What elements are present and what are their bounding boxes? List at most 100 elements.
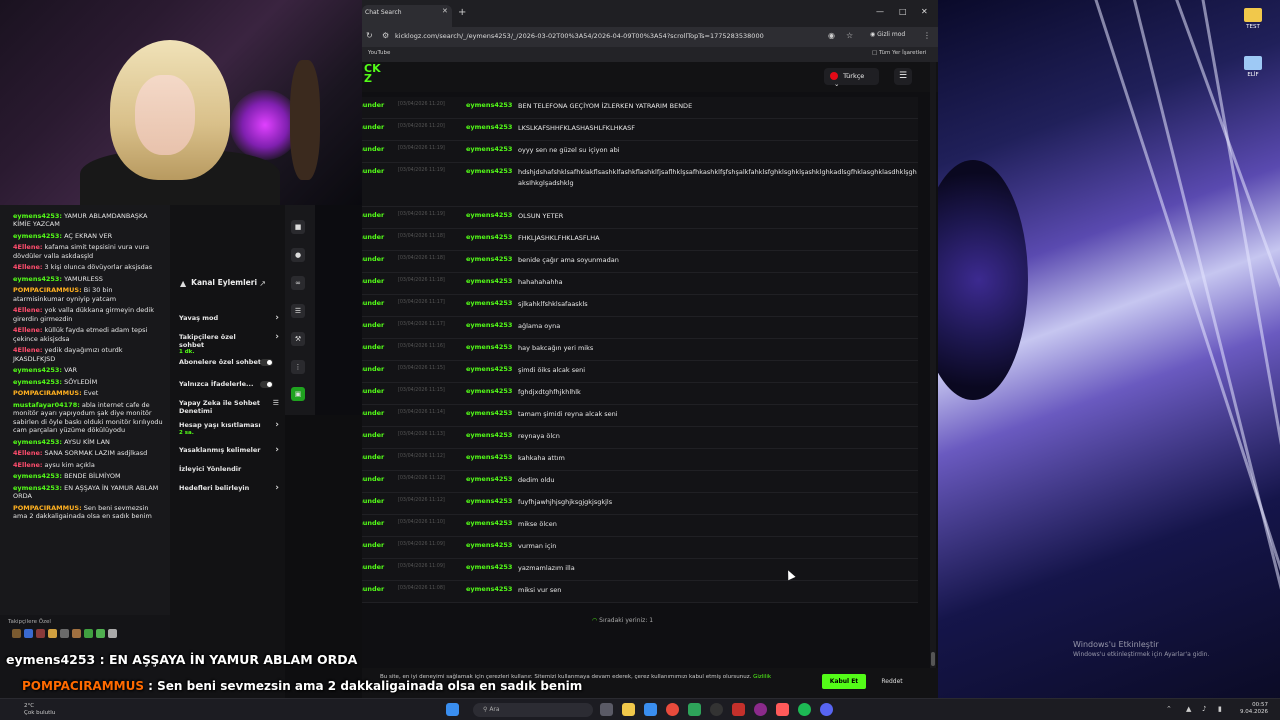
desktop-icon-elif[interactable]: ELİF [1240,56,1266,78]
kicklogz-logo[interactable]: CK Z [364,63,381,84]
tray-chevron-icon[interactable]: ⌃ [1166,705,1172,713]
result-row[interactable]: imthunder[03/04/2026 11:18] eymens4253hah… [362,273,918,295]
channel-action-item[interactable]: Hesap yaşı kısıtlaması 2 sa. › [179,421,279,437]
username[interactable]: eymens4253 [466,497,518,505]
emote-icon[interactable] [48,629,57,638]
privacy-link[interactable]: Gizlilik [753,674,771,680]
language-selector[interactable]: Türkçe ⌄ [824,68,879,88]
result-row[interactable]: imthunder[03/04/2026 11:09] eymens4253vur… [362,537,918,559]
chat-username[interactable]: eymens4253: [13,484,62,492]
username[interactable]: eymens4253 [466,519,518,527]
result-row[interactable]: imthunder[03/04/2026 11:19] eymens4253OLS… [362,207,918,229]
username[interactable]: eymens4253 [466,145,518,153]
tab-chat-search[interactable]: Chat Search [362,5,452,27]
emote-bar[interactable] [0,629,170,638]
toggle-switch[interactable] [260,359,273,366]
channel-action-item[interactable]: Yalnızca İfadelerle... [179,380,279,389]
chat-bubble-icon[interactable]: ● [291,248,305,262]
channel-name[interactable]: imthunder [362,233,398,241]
hamburger-menu-icon[interactable]: ☰ [894,68,912,85]
channel-name[interactable]: imthunder [362,387,398,395]
username[interactable]: eymens4253 [466,167,518,175]
list-icon[interactable]: ☰ [291,304,305,318]
incognito-badge[interactable]: ◉ Gizli mod [870,31,905,38]
result-row[interactable]: imthunder[03/04/2026 11:12] eymens4253fuy… [362,493,918,515]
kebab-menu-icon[interactable]: ⋮ [923,31,931,40]
chrome-icon[interactable] [666,703,679,716]
channel-action-item[interactable]: Takipçilere özel sohbet 1 dk. › [179,333,279,357]
username[interactable]: eymens4253 [466,255,518,263]
username[interactable]: eymens4253 [466,365,518,373]
chat-username[interactable]: mustafayar04178: [13,401,80,409]
emote-icon[interactable] [36,629,45,638]
result-row[interactable]: imthunder[03/04/2026 11:16] eymens4253hay… [362,339,918,361]
channel-name[interactable]: imthunder [362,585,398,593]
task-view-icon[interactable] [600,703,613,716]
username[interactable]: eymens4253 [466,321,518,329]
username[interactable]: eymens4253 [466,387,518,395]
result-row[interactable]: imthunder[03/04/2026 11:20] eymens4253LKS… [362,119,918,141]
link-icon[interactable]: ∞ [291,276,305,290]
emote-icon[interactable] [96,629,105,638]
channel-name[interactable]: imthunder [362,299,398,307]
emote-icon[interactable] [24,629,33,638]
chat-username[interactable]: 4Ellene: [13,346,42,354]
result-row[interactable]: imthunder[03/04/2026 11:08] eymens4253mik… [362,581,918,603]
username[interactable]: eymens4253 [466,211,518,219]
chat-username[interactable]: eymens4253: [13,366,62,374]
weather-widget[interactable]: 2°C Çok bulutlu [24,703,55,716]
toggle-switch[interactable] [260,381,273,388]
channel-name[interactable]: imthunder [362,563,398,571]
all-bookmarks[interactable]: □ Tüm Yer İşaretleri [872,50,926,56]
result-row[interactable]: imthunder[03/04/2026 11:18] eymens4253FHK… [362,229,918,251]
network-icon[interactable]: ▲ [1186,705,1191,713]
eye-off-icon[interactable]: ◉ [828,31,835,40]
result-row[interactable]: imthunder[03/04/2026 11:18] eymens4253ben… [362,251,918,273]
channel-name[interactable]: imthunder [362,211,398,219]
scroll-thumb[interactable] [931,652,935,666]
channel-action-item[interactable]: Yapay Zeka ile Sohbet Denetimi ☰ [179,399,279,415]
file-explorer-icon[interactable] [622,703,635,716]
result-row[interactable]: imthunder[03/04/2026 11:12] eymens4253ded… [362,471,918,493]
username[interactable]: eymens4253 [466,541,518,549]
gift-icon[interactable]: ▣ [291,387,305,401]
emote-icon[interactable] [72,629,81,638]
reject-cookies-button[interactable]: Reddet [874,674,910,689]
maximize-icon[interactable]: □ [899,7,907,16]
channel-action-item[interactable]: Yavaş mod › [179,314,279,323]
username[interactable]: eymens4253 [466,299,518,307]
bookmark-youtube[interactable]: YouTube [368,50,390,56]
result-row[interactable]: imthunder[03/04/2026 11:17] eymens4253sjl… [362,295,918,317]
start-icon[interactable] [446,703,459,716]
channel-name[interactable]: imthunder [362,431,398,439]
minimize-icon[interactable]: — [876,7,884,16]
channel-name[interactable]: imthunder [362,475,398,483]
app-icon[interactable] [776,703,789,716]
channel-action-item[interactable]: Yasaklanmış kelimeler › [179,446,279,455]
accept-cookies-button[interactable]: Kabul Et [822,674,866,689]
chat-username[interactable]: POMPACIRAMMUS: [13,286,82,294]
channel-name[interactable]: imthunder [362,497,398,505]
page-scrollbar[interactable] [930,62,936,668]
channel-name[interactable]: imthunder [362,365,398,373]
channel-action-item[interactable]: Hedefleri belirleyin › [179,484,279,493]
spotify-icon[interactable] [798,703,811,716]
channel-name[interactable]: imthunder [362,519,398,527]
username[interactable]: eymens4253 [466,475,518,483]
close-window-icon[interactable]: ✕ [921,7,928,16]
channel-name[interactable]: imthunder [362,145,398,153]
emote-icon[interactable] [84,629,93,638]
user-icon[interactable]: ■ [291,220,305,234]
channel-name[interactable]: imthunder [362,541,398,549]
username[interactable]: eymens4253 [466,277,518,285]
popout-icon[interactable]: ↗ [259,279,266,288]
chat-username[interactable]: eymens4253: [13,378,62,386]
new-tab-icon[interactable]: + [458,7,466,18]
channel-name[interactable]: imthunder [362,255,398,263]
store-icon[interactable] [644,703,657,716]
settings-icon[interactable]: ☰ [273,399,279,408]
chat-username[interactable]: eymens4253: [13,472,62,480]
result-row[interactable]: imthunder[03/04/2026 11:10] eymens4253mik… [362,515,918,537]
site-info-icon[interactable]: ⚙ [382,31,389,40]
username[interactable]: eymens4253 [466,233,518,241]
